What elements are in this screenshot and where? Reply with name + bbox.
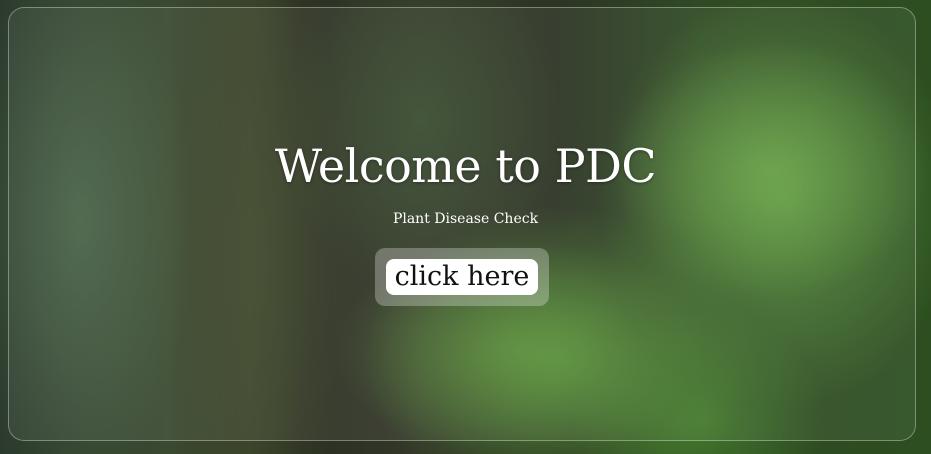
click-here-button[interactable]: click here (386, 259, 538, 295)
cta-button-frame: click here (375, 248, 549, 306)
background-image: Welcome to PDC Plant Disease Check click… (0, 0, 931, 454)
page-subtitle: Plant Disease Check (392, 211, 539, 227)
page-title: Welcome to PDC (274, 139, 657, 193)
